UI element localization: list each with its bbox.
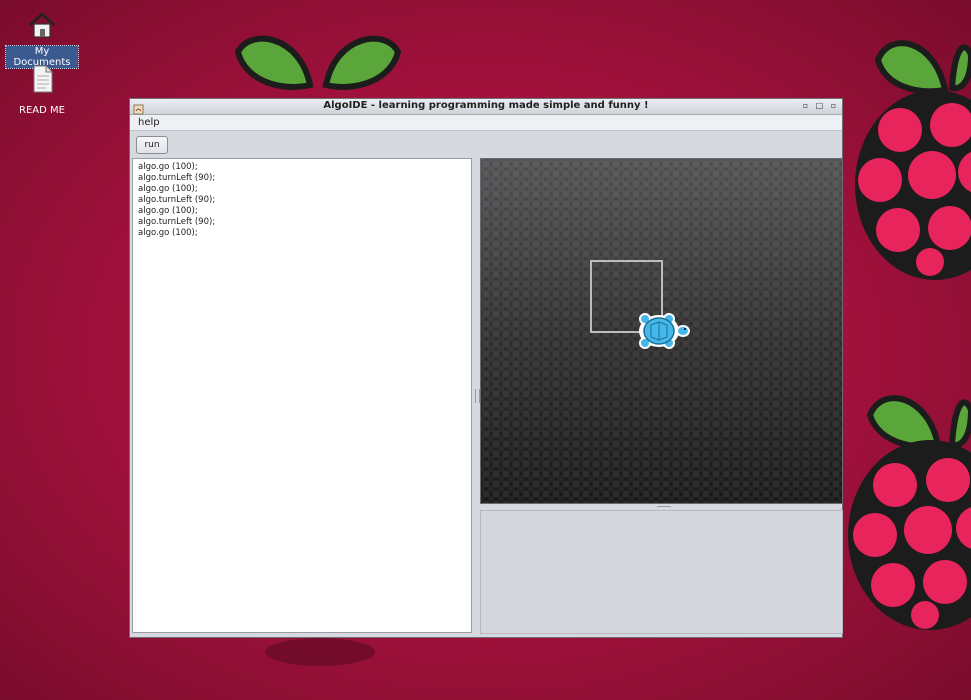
window-title: AlgoIDE - learning programming made simp…	[323, 100, 649, 111]
code-line: algo.turnLeft (90);	[138, 217, 216, 227]
raspberry-right-bottom	[848, 395, 971, 630]
raspberry-leaves-left	[234, 35, 402, 90]
code-editor[interactable]: algo.go (100); algo.turnLeft (90); algo.…	[132, 158, 472, 633]
code-line: algo.go (100);	[138, 184, 198, 194]
wallpaper-shadow	[265, 638, 375, 666]
menu-help[interactable]: help	[138, 117, 160, 128]
raspberry-right-top	[855, 40, 971, 280]
code-line: algo.turnLeft (90);	[138, 195, 216, 205]
close-icon[interactable]: ▫	[829, 101, 838, 110]
desktop-icon-my-documents[interactable]: My Documents	[5, 10, 79, 69]
toolbar: run	[130, 131, 842, 158]
maximize-icon[interactable]: □	[815, 101, 824, 110]
algoide-window: AlgoIDE - learning programming made simp…	[129, 98, 843, 638]
window-titlebar[interactable]: AlgoIDE - learning programming made simp…	[130, 99, 842, 115]
document-icon	[33, 65, 53, 93]
menubar: help	[130, 115, 842, 131]
output-pane	[480, 510, 843, 634]
home-icon	[29, 12, 55, 38]
turtle-icon	[639, 313, 690, 349]
turtle-canvas	[480, 158, 843, 504]
run-button[interactable]: run	[136, 136, 168, 154]
desktop-icon-read-me[interactable]: READ ME	[6, 64, 78, 117]
code-line: algo.go (100);	[138, 206, 198, 216]
code-line: algo.turnLeft (90);	[138, 173, 216, 183]
minimize-icon[interactable]: ▫	[801, 101, 810, 110]
turtle-drawing	[590, 260, 690, 349]
code-line: algo.go (100);	[138, 162, 198, 172]
desktop-icon-label: READ ME	[19, 105, 65, 116]
code-line: algo.go (100);	[138, 228, 198, 238]
